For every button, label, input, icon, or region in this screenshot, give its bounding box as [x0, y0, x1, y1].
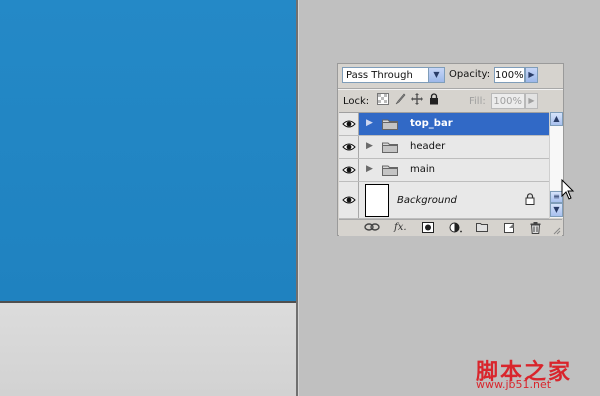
fill-label: Fill:: [469, 96, 486, 107]
watermark-url: www.jb51.net: [476, 378, 552, 391]
layer-row-main[interactable]: ▶ main: [339, 159, 549, 182]
lock-transparency-icon[interactable]: [376, 93, 389, 106]
lock-pixels-brush-icon[interactable]: [393, 93, 406, 106]
opacity-input[interactable]: 100%: [494, 67, 525, 83]
eye-icon: [342, 166, 356, 174]
layer-row-background[interactable]: Background: [339, 182, 549, 219]
lock-all-icon[interactable]: [427, 93, 440, 106]
visibility-toggle[interactable]: [339, 182, 359, 218]
canvas-gray-area: [0, 303, 296, 396]
canvas-edge-highlight: [298, 0, 299, 396]
canvas-blue-area: [0, 0, 296, 301]
eye-icon: [342, 143, 356, 151]
opacity-label: Opacity:: [449, 69, 491, 80]
mask-icon[interactable]: [422, 222, 434, 236]
opacity-slider-arrow-icon[interactable]: ▶: [525, 67, 538, 83]
folder-icon: [382, 119, 398, 130]
layers-scrollbar[interactable]: ▲ ≡ ▼: [549, 112, 563, 218]
expand-triangle-icon[interactable]: ▶: [366, 118, 373, 128]
expand-triangle-icon[interactable]: ▶: [366, 141, 373, 151]
blend-mode-value: Pass Through: [346, 70, 413, 81]
eye-icon: [342, 196, 356, 204]
lock-position-move-icon[interactable]: [410, 93, 423, 106]
visibility-toggle[interactable]: [339, 113, 359, 135]
trash-icon[interactable]: [530, 222, 541, 237]
layers-list: ▶ top_bar ▶ header ▶ main Background: [339, 112, 549, 219]
new-layer-icon[interactable]: [503, 222, 515, 236]
visibility-toggle[interactable]: [339, 159, 359, 181]
lock-options: [376, 93, 440, 109]
mouse-cursor-icon: [561, 179, 575, 200]
eye-icon: [342, 120, 356, 128]
layer-name[interactable]: main: [410, 164, 435, 175]
layer-row-top-bar[interactable]: ▶ top_bar: [339, 113, 549, 136]
fill-slider-arrow-icon[interactable]: ▶: [525, 93, 538, 109]
expand-triangle-icon[interactable]: ▶: [366, 164, 373, 174]
scroll-up-arrow-icon[interactable]: ▲: [550, 112, 563, 126]
new-group-icon[interactable]: [476, 222, 488, 235]
divider-highlight: [338, 89, 563, 90]
fill-input[interactable]: 100%: [491, 93, 525, 109]
layer-name[interactable]: top_bar: [410, 118, 453, 129]
adjustment-layer-icon[interactable]: [449, 222, 463, 236]
scroll-down-arrow-icon[interactable]: ▼: [550, 203, 563, 217]
layer-thumbnail[interactable]: [365, 184, 389, 217]
layer-row-header[interactable]: ▶ header: [339, 136, 549, 159]
blend-mode-select[interactable]: Pass Through ▼: [342, 67, 445, 83]
fx-icon[interactable]: fx.: [394, 222, 407, 233]
layer-name[interactable]: header: [410, 141, 445, 152]
layers-panel: Pass Through ▼ Opacity: 100% ▶ Lock: Fil…: [337, 63, 564, 236]
layer-name[interactable]: Background: [397, 195, 457, 206]
lock-label: Lock:: [343, 96, 370, 107]
chevron-down-icon[interactable]: ▼: [428, 68, 444, 82]
folder-icon: [382, 142, 398, 153]
lock-icon: [525, 193, 535, 205]
layers-bottom-toolbar: fx.: [339, 219, 562, 236]
link-layers-icon[interactable]: [364, 222, 380, 235]
resize-grip-icon[interactable]: [553, 227, 561, 235]
folder-icon: [382, 165, 398, 176]
visibility-toggle[interactable]: [339, 136, 359, 158]
